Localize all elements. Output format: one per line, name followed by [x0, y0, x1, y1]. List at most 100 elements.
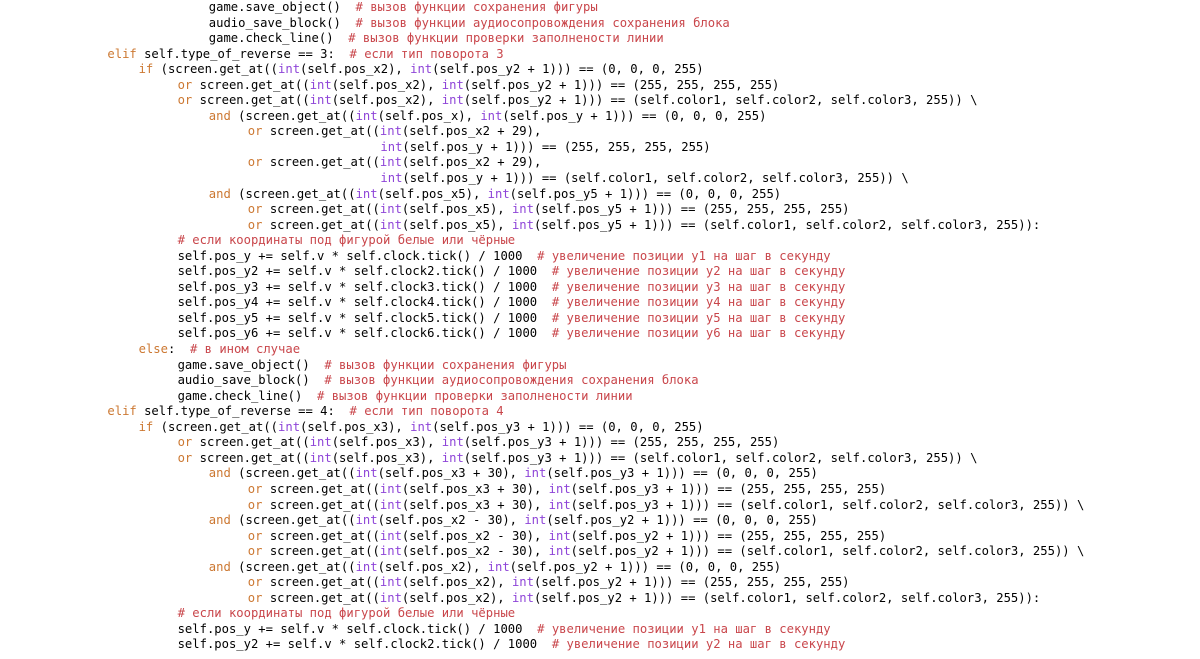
code-line: game.check_line() # вызов функции провер… — [0, 31, 1200, 47]
code-text: (self.pos_x5), — [401, 202, 512, 217]
code-line: int(self.pos_y + 1))) == (self.color1, s… — [0, 171, 1200, 187]
code-text: (self.pos_x3 + 30), — [377, 466, 525, 481]
code-keyword: or — [247, 544, 263, 559]
code-line: self.pos_y2 += self.v * self.clock2.tick… — [0, 264, 1200, 280]
code-listing: game.save_object() # вызов функции сохра… — [0, 0, 1200, 659]
code-text: self.pos_y5 += self.v * self.clock5.tick… — [177, 310, 552, 325]
code-text: screen.get_at(( — [262, 528, 380, 543]
code-text: (self.pos_y + 1))) == (255, 255, 255, 25… — [402, 139, 711, 154]
code-text: (self.pos_y3 + 1))) == (0, 0, 0, 255) — [432, 419, 704, 434]
code-text: screen.get_at(( — [262, 217, 380, 232]
code-text: (screen.get_at(( — [230, 466, 356, 481]
code-text: (self.pos_x2), — [401, 575, 512, 590]
code-text: (screen.get_at(( — [153, 62, 279, 77]
code-keyword: or — [247, 528, 263, 543]
code-builtin: int — [487, 186, 510, 201]
code-builtin: int — [278, 62, 301, 77]
code-text: (self.pos_x3 + 30), — [401, 481, 549, 496]
code-text: self.pos_y3 += self.v * self.clock3.tick… — [177, 279, 552, 294]
code-text: self.type_of_reverse == 3: — [136, 46, 350, 61]
code-comment: # в ином случае — [189, 342, 301, 357]
code-text: (self.pos_y3 + 1))) == (self.color1, sel… — [570, 497, 1085, 512]
code-text: (self.pos_y3 + 1))) == (255, 255, 255, 2… — [463, 435, 780, 450]
code-text: (self.pos_x2), — [377, 559, 488, 574]
code-text: (self.pos_x2), — [401, 590, 512, 605]
code-keyword: or — [247, 590, 263, 605]
code-text: (self.pos_x3), — [331, 435, 442, 450]
code-builtin: int — [379, 575, 402, 590]
code-builtin: int — [511, 202, 534, 217]
code-builtin: int — [441, 93, 464, 108]
code-text: screen.get_at(( — [262, 497, 380, 512]
code-builtin: int — [480, 108, 503, 123]
code-line: or screen.get_at((int(self.pos_x2), int(… — [0, 78, 1200, 94]
code-builtin: int — [441, 77, 464, 92]
code-text: game.save_object() — [177, 357, 325, 372]
code-keyword: elif — [107, 404, 137, 419]
code-text: (self.pos_x2 - 30), — [377, 513, 525, 528]
code-keyword: and — [208, 513, 231, 528]
code-text: (self.pos_x2 + 29), — [401, 155, 542, 170]
code-line: game.check_line() # вызов функции провер… — [0, 389, 1200, 405]
code-builtin: int — [548, 544, 571, 559]
code-line: or screen.get_at((int(self.pos_x2), int(… — [0, 93, 1200, 109]
code-keyword: or — [247, 217, 263, 232]
code-text: (screen.get_at(( — [230, 108, 356, 123]
code-text: (self.pos_y3 + 1))) == (255, 255, 255, 2… — [570, 481, 887, 496]
code-keyword: elif — [107, 46, 137, 61]
code-keyword: or — [177, 450, 193, 465]
code-comment: # вызов функции проверки заполнености ли… — [348, 31, 664, 46]
code-builtin: int — [309, 93, 332, 108]
code-text: (self.pos_x2 + 29), — [401, 124, 542, 139]
code-text: (self.pos_x5), — [401, 217, 512, 232]
code-line: or screen.get_at((int(self.pos_x2 + 29), — [0, 124, 1200, 140]
code-builtin: int — [309, 450, 332, 465]
code-text: (screen.get_at(( — [230, 186, 356, 201]
code-text: (self.pos_x3 + 30), — [401, 497, 549, 512]
code-line: or screen.get_at((int(self.pos_x5), int(… — [0, 202, 1200, 218]
code-text: screen.get_at(( — [192, 450, 310, 465]
code-line: self.pos_y3 += self.v * self.clock3.tick… — [0, 280, 1200, 296]
code-builtin: int — [441, 435, 464, 450]
code-line: int(self.pos_y + 1))) == (255, 255, 255,… — [0, 140, 1200, 156]
code-text: screen.get_at(( — [262, 544, 380, 559]
code-keyword: and — [208, 466, 231, 481]
code-keyword: and — [208, 186, 231, 201]
code-builtin: int — [309, 77, 332, 92]
code-text: (self.pos_y3 + 1))) == (0, 0, 0, 255) — [546, 466, 818, 481]
code-line: self.pos_y5 += self.v * self.clock5.tick… — [0, 311, 1200, 327]
code-builtin: int — [487, 559, 510, 574]
code-text: game.check_line() — [177, 388, 318, 403]
code-comment: # увеличение позиции y2 на шаг в секунду — [551, 637, 846, 652]
code-builtin: int — [524, 513, 547, 528]
code-line: self.pos_y4 += self.v * self.clock4.tick… — [0, 295, 1200, 311]
code-text: (self.pos_y5 + 1))) == (255, 255, 255, 2… — [533, 202, 850, 217]
code-line: or screen.get_at((int(self.pos_x3 + 30),… — [0, 482, 1200, 498]
code-keyword: or — [247, 481, 263, 496]
code-comment: # увеличение позиции y5 на шаг в секунду — [551, 310, 846, 325]
code-line: elif self.type_of_reverse == 4: # если т… — [0, 404, 1200, 420]
code-text: (self.pos_y3 + 1))) == (self.color1, sel… — [463, 450, 978, 465]
code-text: (self.pos_y + 1))) == (self.color1, self… — [402, 171, 909, 186]
code-comment: # если тип поворота 4 — [349, 404, 504, 419]
code-text: (self.pos_y2 + 1))) == (0, 0, 0, 255) — [509, 559, 782, 574]
code-text: (self.pos_x2), — [331, 93, 442, 108]
code-text: (screen.get_at(( — [230, 513, 356, 528]
code-line: else: # в ином случае — [0, 342, 1200, 358]
code-text: screen.get_at(( — [262, 481, 380, 496]
code-keyword: if — [138, 62, 154, 77]
code-line: if (screen.get_at((int(self.pos_x3), int… — [0, 420, 1200, 436]
code-comment: # вызов функции проверки заполнености ли… — [317, 388, 633, 403]
code-keyword: or — [247, 155, 263, 170]
code-line: or screen.get_at((int(self.pos_x2), int(… — [0, 591, 1200, 607]
code-comment: # если координаты под фигурой белые или … — [177, 606, 516, 621]
code-text: (self.pos_y5 + 1))) == (0, 0, 0, 255) — [509, 186, 782, 201]
code-comment: # увеличение позиции y6 на шаг в секунду — [551, 326, 846, 341]
code-builtin: int — [379, 544, 402, 559]
code-builtin: int — [410, 419, 433, 434]
code-text: self.type_of_reverse == 4: — [136, 404, 350, 419]
code-line: and (screen.get_at((int(self.pos_x5), in… — [0, 187, 1200, 203]
code-line: or screen.get_at((int(self.pos_x3 + 30),… — [0, 498, 1200, 514]
code-text: (self.pos_y2 + 1))) == (255, 255, 255, 2… — [463, 77, 780, 92]
code-keyword: or — [177, 77, 193, 92]
